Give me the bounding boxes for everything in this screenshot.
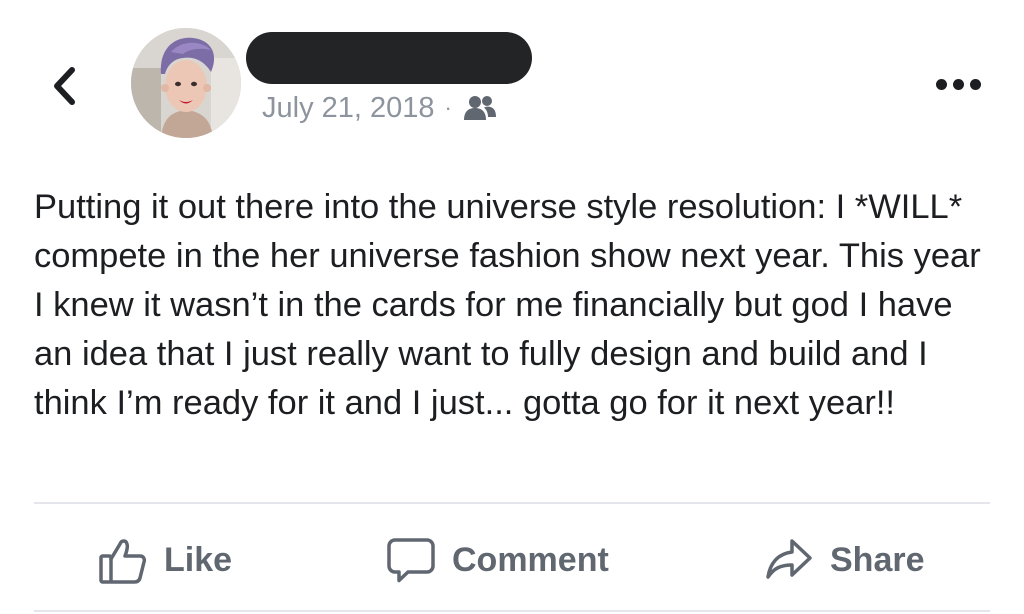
divider (34, 610, 990, 612)
profile-photo (131, 28, 241, 138)
avatar[interactable] (131, 28, 241, 138)
more-options-button[interactable] (932, 72, 984, 96)
speech-bubble-icon (387, 538, 435, 583)
more-horizontal-icon (935, 78, 947, 90)
share-arrow-icon (766, 539, 812, 579)
chevron-left-icon (54, 67, 75, 105)
like-button[interactable]: Like (98, 520, 232, 600)
post-body: Putting it out there into the universe s… (34, 188, 991, 422)
divider (34, 502, 990, 504)
thumbs-up-icon (99, 539, 147, 584)
post-date[interactable]: July 21, 2018 (262, 92, 435, 125)
comment-button[interactable]: Comment (386, 520, 609, 600)
more-dot (969, 78, 981, 90)
comment-label: Comment (452, 540, 609, 579)
back-button[interactable] (44, 62, 84, 110)
redacted-author-name (246, 32, 532, 84)
action-bar: Like Comment Share (34, 520, 990, 600)
meta-separator: · (444, 95, 452, 120)
share-label: Share (830, 540, 925, 579)
like-label: Like (164, 540, 233, 579)
post-view: July 21, 2018 · Putting it out there int… (0, 0, 1024, 614)
friends-icon[interactable] (463, 95, 496, 121)
more-dot (952, 78, 964, 90)
post-meta: July 21, 2018 · (262, 88, 496, 128)
share-button[interactable]: Share (764, 520, 925, 600)
